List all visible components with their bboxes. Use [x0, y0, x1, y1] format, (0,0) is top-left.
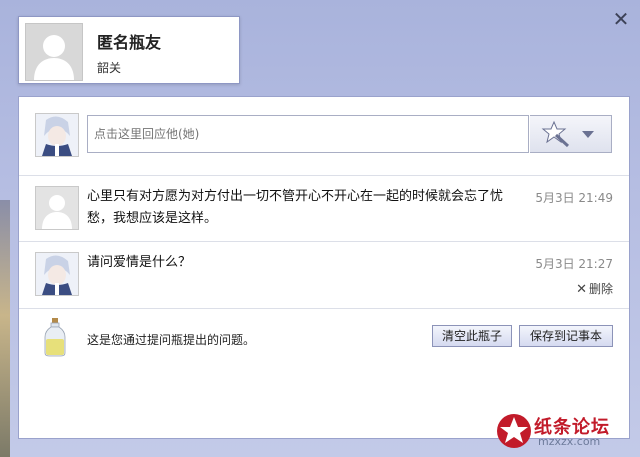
profile-name[interactable]: 匿名瓶友: [97, 29, 161, 53]
close-icon: ✕: [576, 282, 587, 297]
reply-input[interactable]: [87, 115, 529, 153]
list-item: 请问爱情是什么？ 5月3日 21:27 ✕ 删除: [19, 242, 629, 309]
footer-note: 这是您通过提问瓶提出的问题。: [87, 333, 256, 347]
delete-button[interactable]: ✕ 删除: [576, 280, 613, 297]
reply-row: [19, 97, 629, 176]
avatar[interactable]: [35, 186, 79, 230]
anime-avatar-icon: [36, 253, 78, 295]
avatar[interactable]: [25, 23, 83, 81]
my-avatar[interactable]: [35, 113, 79, 157]
default-user-icon: [26, 24, 82, 80]
footer: 这是您通过提问瓶提出的问题。 清空此瓶子 保存到记事本: [19, 309, 629, 359]
message-text: 请问爱情是什么？: [87, 255, 192, 270]
bottle-icon: [44, 318, 66, 357]
close-icon: ✕: [612, 7, 630, 31]
message-text: 心里只有对方愿为对方付出一切不管开心不开心在一起的时候就会忘了忧愁，我想应该是这…: [87, 189, 504, 226]
anime-avatar-icon: [36, 114, 78, 156]
list-item: 心里只有对方愿为对方付出一切不管开心不开心在一起的时候就会忘了忧愁，我想应该是这…: [19, 176, 629, 242]
save-to-notepad-button[interactable]: 保存到记事本: [519, 325, 613, 347]
message-time: 5月3日 21:49: [535, 191, 613, 205]
delete-label: 删除: [588, 282, 613, 296]
magic-wand-icon: [541, 120, 594, 148]
message-panel: 心里只有对方愿为对方付出一切不管开心不开心在一起的时候就会忘了忧愁，我想应该是这…: [18, 96, 630, 439]
profile-location: 韶关: [97, 61, 122, 75]
emoticon-dropdown-button[interactable]: [530, 115, 612, 153]
avatar[interactable]: [35, 252, 79, 296]
watermark-logo: 纸条论坛 mzxzx.com: [494, 411, 634, 453]
default-user-icon: [36, 187, 78, 229]
star-logo-icon: [497, 414, 531, 448]
message-time: 5月3日 21:27: [535, 257, 613, 271]
watermark-url: mzxzx.com: [538, 435, 601, 448]
chevron-down-icon: [582, 131, 594, 138]
background-strip: [0, 200, 10, 457]
close-button[interactable]: ✕: [610, 8, 632, 30]
profile-card: 匿名瓶友 韶关: [18, 16, 240, 84]
clear-bottle-button[interactable]: 清空此瓶子: [432, 325, 512, 347]
